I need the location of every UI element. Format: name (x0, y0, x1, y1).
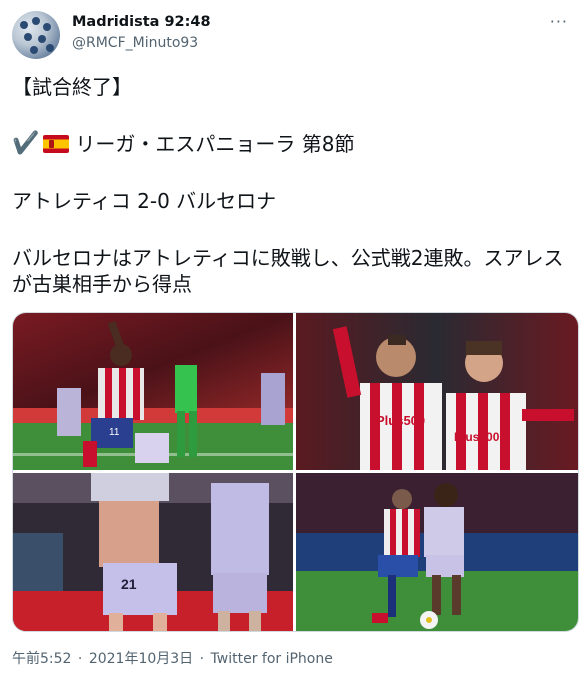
avatar[interactable] (12, 11, 60, 59)
tweet-line-3: アトレティコ 2-0 バルセロナ (12, 189, 277, 213)
photo-4[interactable] (296, 473, 578, 631)
tweet-line-2: ✔️ リーガ・エスパニョーラ 第8節 (12, 131, 355, 157)
photo-1-number: 11 (109, 427, 120, 438)
photo-3[interactable]: 21 (13, 473, 293, 631)
tweet-line-1: 【試合終了】 (12, 75, 132, 99)
photo-2-sponsor-left: Plus500 (376, 413, 425, 428)
photo-2[interactable]: Plus500 Plus500 (296, 313, 578, 470)
photo-2-image: Plus500 Plus500 (296, 313, 578, 470)
checkmark-icon: ✔️ (12, 131, 40, 156)
tweet-time[interactable]: 午前5:52 (12, 651, 71, 667)
league-text: リーガ・エスパニョーラ 第8節 (75, 132, 355, 156)
separator: · (199, 651, 205, 667)
photo-3-number: 21 (121, 576, 137, 592)
separator: · (77, 651, 83, 667)
author-handle[interactable]: @RMCF_Minuto93 (72, 35, 198, 51)
tweet-line-4: バルセロナはアトレティコに敗戦し、公式戦2連敗。スアレスが古巣相手から得点 (12, 246, 564, 296)
media-grid: 11 Plus500 Plus500 21 (12, 312, 579, 632)
tweet-date[interactable]: 2021年10月3日 (89, 651, 193, 667)
photo-2-sponsor-right: Plus500 (454, 430, 500, 444)
photo-1[interactable]: 11 (13, 313, 293, 470)
tweet-source: Twitter for iPhone (210, 651, 333, 667)
spain-flag-icon (43, 135, 70, 153)
photo-1-image: 11 (13, 313, 293, 470)
author-name[interactable]: Madridista 92:48 (72, 14, 211, 30)
tweet-timestamp: 午前5:52 · 2021年10月3日 · Twitter for iPhone (12, 648, 335, 668)
photo-4-image (296, 473, 578, 631)
photo-3-image: 21 (13, 473, 293, 631)
more-options-icon[interactable]: ··· (550, 12, 568, 31)
